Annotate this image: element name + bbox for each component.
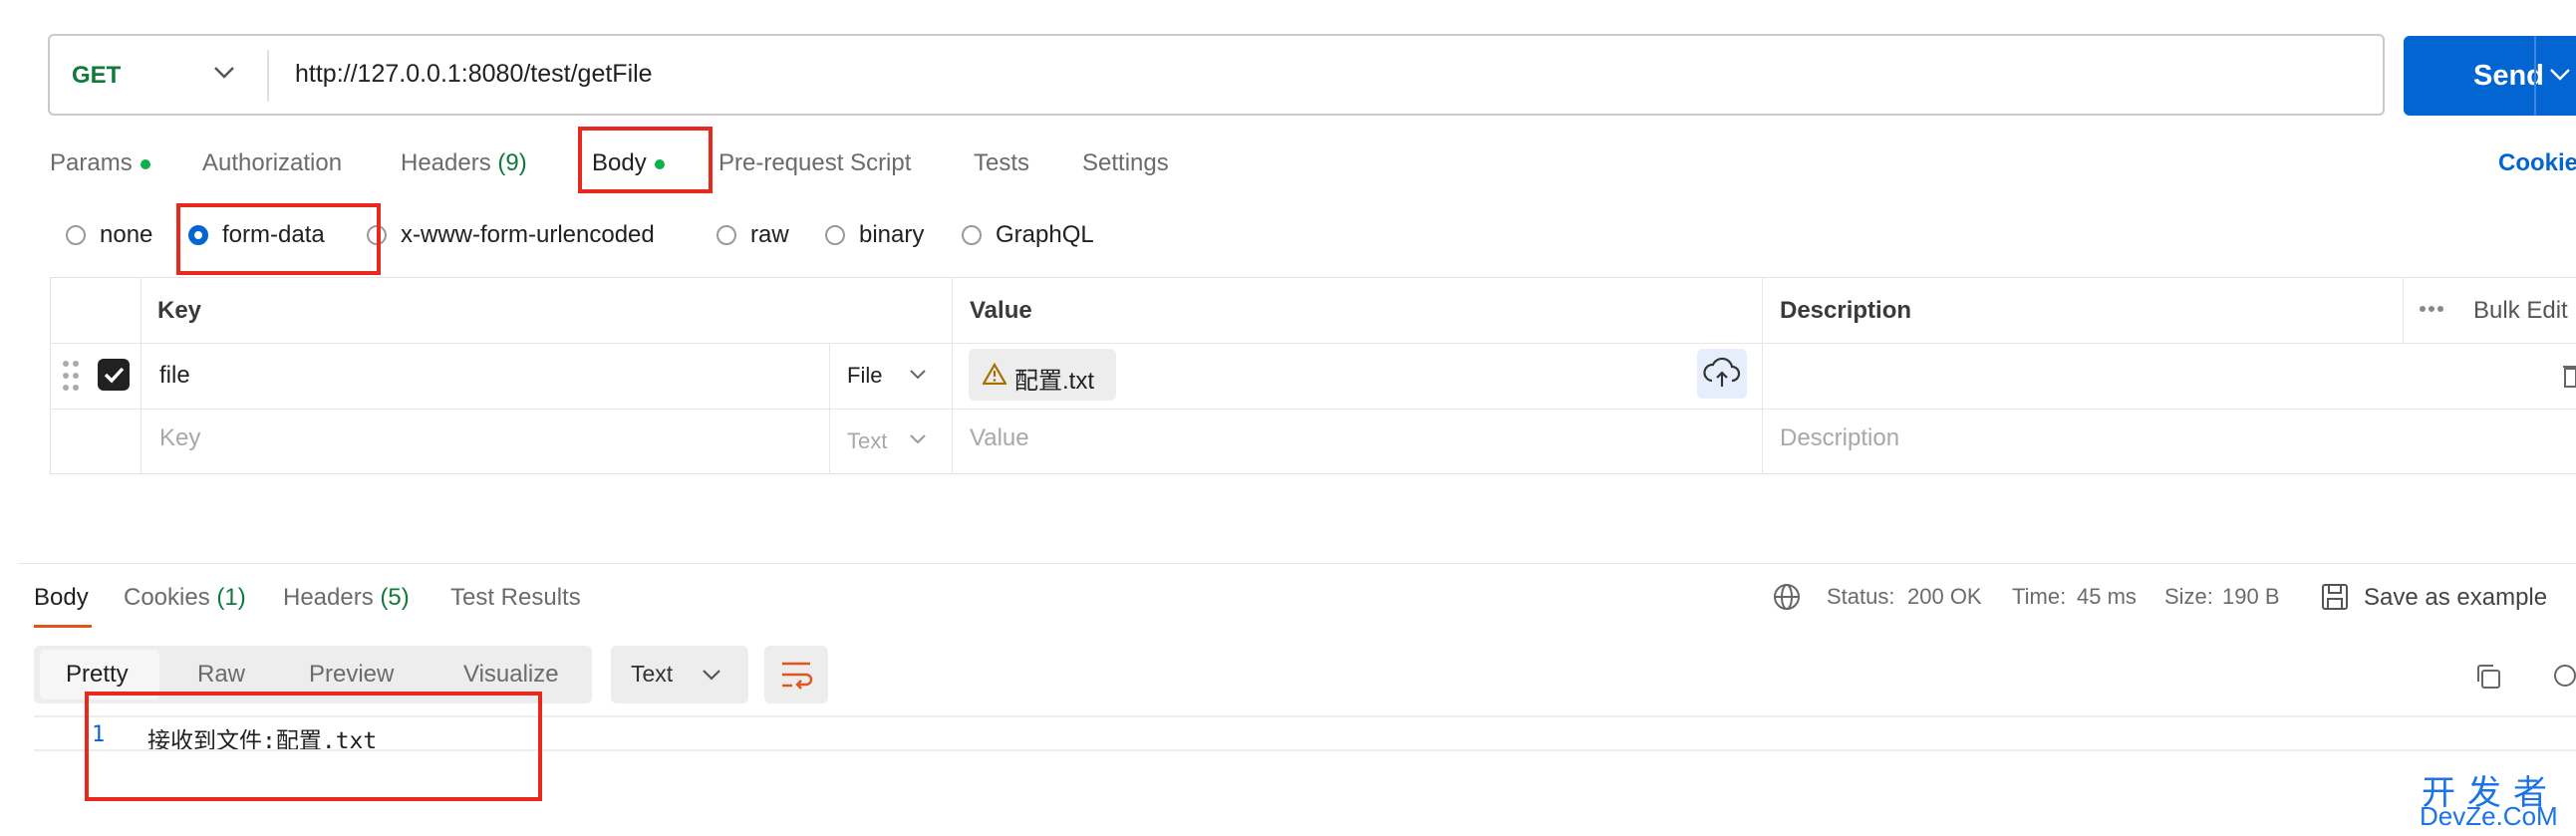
tab-label: Headers [283,584,374,611]
tab-label: Cookies [124,584,210,611]
divider [2534,36,2536,116]
column-header-description: Description [1780,297,1912,324]
radio-label: binary [859,221,925,248]
table-divider [952,277,953,474]
status-dot-icon [140,158,150,169]
time-label: Time: [2012,584,2067,609]
table-divider [141,277,142,474]
status-value[interactable]: 200 OK [1907,584,1982,610]
tab-authorization[interactable]: Authorization [202,149,342,177]
type-select[interactable]: File [847,363,882,389]
radio-label: GraphQL [996,221,1094,248]
save-as-example-button[interactable]: Save as example [2364,584,2547,612]
radio-label: none [100,221,153,248]
column-header-key: Key [157,297,202,324]
radio-none[interactable]: none [66,221,152,249]
chevron-down-icon[interactable] [703,670,720,681]
radio-icon [716,225,736,245]
chevron-down-icon[interactable] [910,370,926,380]
drag-handle-icon[interactable] [62,360,80,392]
row-checkbox[interactable] [98,359,130,391]
table-divider [50,343,2576,344]
radio-urlencoded[interactable]: x-www-form-urlencoded [367,221,655,249]
response-tab-body[interactable]: Body [34,584,89,612]
view-tab-raw[interactable]: Raw [197,661,245,689]
active-tab-indicator [34,625,92,628]
format-select-value: Text [631,661,674,687]
url-input[interactable]: http://127.0.0.1:8080/test/getFile [295,60,653,89]
tab-headers[interactable]: Headers (9) [401,149,527,177]
radio-icon [66,225,86,245]
form-data-table [50,277,2576,474]
key-input[interactable]: Key [159,424,200,452]
chevron-down-icon[interactable] [910,434,926,444]
check-icon [104,367,125,384]
more-options-icon[interactable] [2419,305,2444,313]
table-divider [1762,277,1763,474]
section-divider [18,563,2576,564]
tab-tests[interactable]: Tests [974,149,1029,177]
view-tab-visualize[interactable]: Visualize [463,661,559,689]
table-divider [50,409,2576,410]
value-input[interactable]: Value [970,424,1029,452]
response-tab-cookies[interactable]: Cookies (1) [124,584,246,612]
tab-params[interactable]: Params [50,149,150,177]
radio-raw[interactable]: raw [716,221,789,249]
radio-label: x-www-form-urlencoded [401,221,655,248]
radio-icon [962,225,982,245]
tab-count: (5) [380,584,410,611]
type-select[interactable]: Text [847,428,887,454]
description-input[interactable]: Description [1780,424,1899,452]
delete-icon[interactable] [2563,363,2576,389]
method-select[interactable]: GET [72,62,121,90]
search-icon[interactable] [2551,662,2576,692]
tab-settings[interactable]: Settings [1082,149,1169,177]
chevron-down-icon[interactable] [2549,68,2571,82]
cloud-upload-icon [1703,357,1741,387]
status-label: Status: [1827,584,1895,609]
file-name: 配置.txt [1014,368,1095,395]
tab-label: Params [50,149,133,176]
column-header-value: Value [970,297,1032,324]
response-tab-headers[interactable]: Headers (5) [283,584,410,612]
wrap-lines-icon [782,662,813,690]
cookies-link[interactable]: Cookie [2498,149,2576,177]
size-label: Size: [2164,584,2213,609]
chevron-down-icon[interactable] [213,66,235,80]
wrap-lines-button[interactable] [764,646,828,703]
annotation-box-response [85,692,542,801]
view-tab-preview[interactable]: Preview [309,661,394,689]
view-tab-pretty[interactable]: Pretty [66,661,129,689]
warning-icon [983,363,1006,385]
tab-label: Headers [401,149,491,176]
save-icon[interactable] [2320,582,2350,612]
radio-label: raw [750,221,789,248]
time-value[interactable]: 45 ms [2077,584,2137,610]
tab-count: (9) [497,149,527,176]
response-tab-test-results[interactable]: Test Results [450,584,581,612]
size-value[interactable]: 190 B [2222,584,2280,610]
divider [267,50,269,102]
annotation-box-form-data [176,203,381,275]
radio-binary[interactable]: binary [825,221,924,249]
radio-graphql[interactable]: GraphQL [962,221,1094,249]
radio-icon [825,225,845,245]
copy-icon[interactable] [2473,662,2503,692]
globe-icon[interactable] [1772,582,1802,612]
table-divider [829,343,830,474]
annotation-box-body-tab [578,127,713,193]
key-cell[interactable]: file [159,362,190,390]
tab-count: (1) [216,584,246,611]
watermark-logo-text: DevZe.CoM [2420,801,2558,831]
table-divider [2403,277,2404,343]
bulk-edit-button[interactable]: Bulk Edit [2473,297,2568,325]
tab-prerequest-script[interactable]: Pre-request Script [718,149,911,177]
upload-button[interactable] [1697,349,1747,399]
